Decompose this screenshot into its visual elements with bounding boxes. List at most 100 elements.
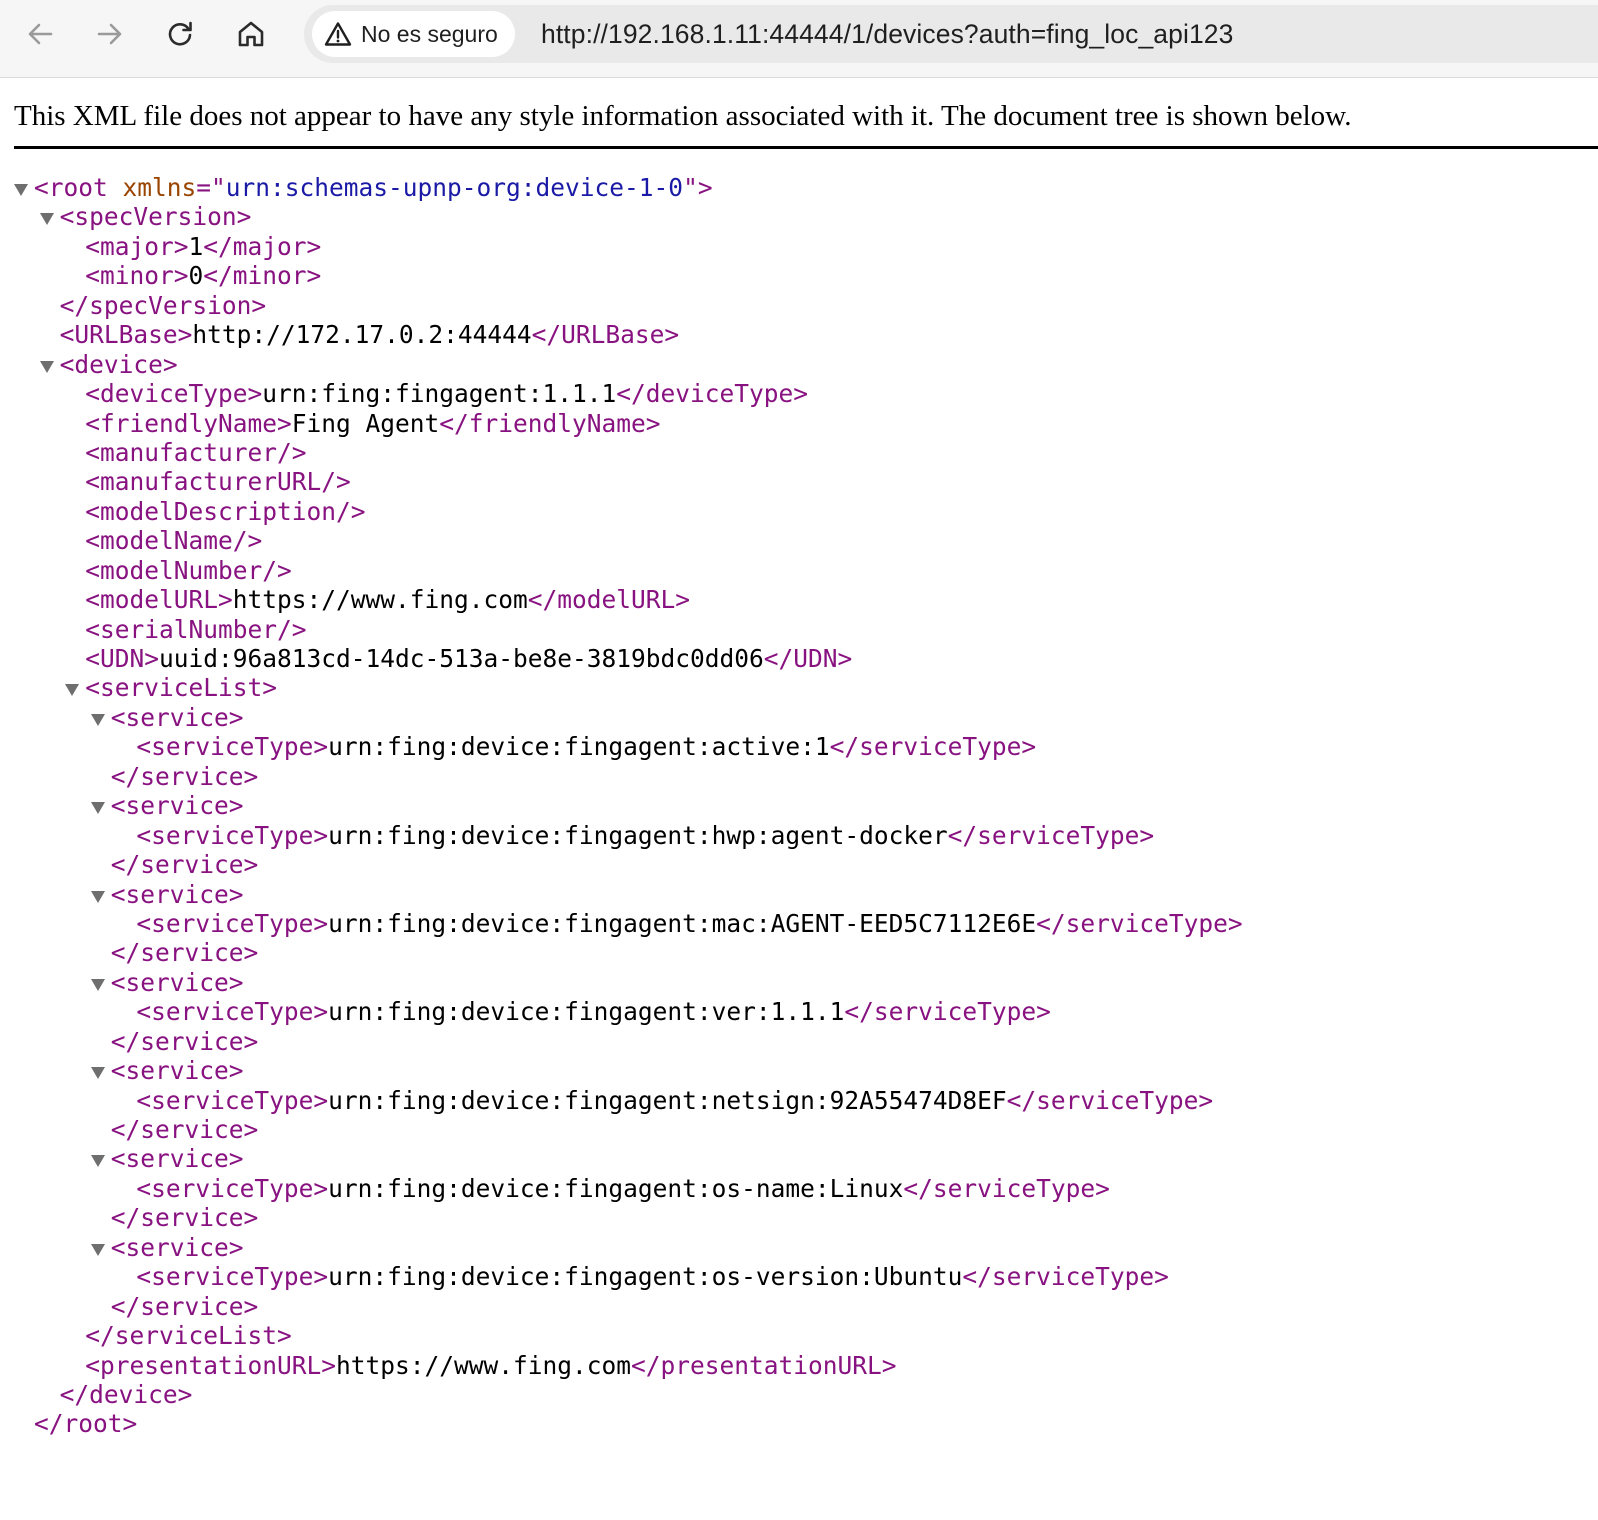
- xml-tag: </root>: [34, 1409, 138, 1439]
- xml-line-text: <serviceType>urn:fing:device:fingagent:v…: [136, 997, 1051, 1026]
- xml-tag: </serviceType>: [962, 1262, 1169, 1292]
- xml-tag: </service>: [110, 1115, 259, 1144]
- xml-text-value: uuid:96a813cd-14dc-513a-be8e-3819bdc0dd0…: [158, 644, 764, 673]
- xml-tag: <serviceType>: [136, 908, 329, 938]
- collapse-toggle-icon[interactable]: [90, 880, 105, 909]
- xml-line-text: <service>: [111, 968, 244, 997]
- xml-tag: <UDN>: [85, 644, 159, 673]
- xml-attribute-name: xmlns: [107, 173, 197, 202]
- xml-line: <major>1</major>: [0, 232, 1598, 261]
- xml-line: <serviceType>urn:fing:device:fingagent:v…: [0, 997, 1598, 1026]
- xml-line-text: </root>: [34, 1409, 137, 1438]
- xml-line-text: </device>: [60, 1380, 193, 1409]
- xml-line-text: </service>: [111, 850, 259, 879]
- xml-tag: </modelURL>: [527, 585, 690, 615]
- collapse-toggle-icon[interactable]: [65, 673, 80, 702]
- xml-tag: <serialNumber/>: [85, 614, 307, 644]
- xml-line: <serviceList>: [0, 673, 1598, 702]
- site-security-chip[interactable]: No es seguro: [312, 11, 515, 57]
- collapse-toggle-icon[interactable]: [14, 173, 28, 202]
- xml-line-text: <service>: [111, 880, 244, 909]
- xml-tag: </service>: [110, 938, 259, 968]
- back-button[interactable]: [20, 14, 60, 54]
- xml-text-value: http://172.17.0.2:44444: [192, 320, 532, 350]
- xml-tag: </serviceType>: [947, 820, 1155, 850]
- xml-line-text: </service>: [111, 1027, 259, 1056]
- xml-line: </service>: [0, 850, 1598, 879]
- xml-line-text: <modelNumber/>: [85, 556, 292, 585]
- collapse-toggle-icon[interactable]: [90, 1056, 105, 1085]
- collapse-toggle-icon[interactable]: [39, 350, 54, 379]
- xml-line-text: <serviceType>urn:fing:device:fingagent:m…: [136, 909, 1242, 938]
- xml-text-value: urn:fing:device:fingagent:os-version:Ubu…: [328, 1262, 963, 1292]
- xml-tag: <minor>: [85, 261, 189, 291]
- reload-button[interactable]: [160, 14, 200, 54]
- collapse-toggle-icon[interactable]: [90, 703, 105, 732]
- xml-tag: <serviceType>: [136, 820, 329, 850]
- xml-tag: <major>: [85, 231, 189, 261]
- xml-line-text: <serviceType>urn:fing:device:fingagent:n…: [136, 1086, 1213, 1115]
- xml-tag: <modelName/>: [85, 526, 263, 556]
- xml-line-text: <deviceType>urn:fing:fingagent:1.1.1</de…: [85, 379, 808, 408]
- url-text[interactable]: http://192.168.1.11:44444/1/devices?auth…: [541, 5, 1233, 63]
- xml-text-value: urn:fing:device:fingagent:mac:AGENT-EED5…: [328, 908, 1037, 938]
- xml-tag: </minor>: [203, 261, 322, 291]
- collapse-toggle-icon[interactable]: [90, 1233, 105, 1262]
- xml-line: </service>: [0, 1292, 1598, 1321]
- xml-tag: </service>: [110, 1203, 259, 1233]
- xml-tag: </specVersion>: [59, 290, 267, 320]
- xml-tag: <presentationURL>: [85, 1350, 336, 1380]
- xml-line: <modelDescription/>: [0, 497, 1598, 526]
- warning-triangle-icon: [324, 22, 352, 46]
- xml-line-text: <serialNumber/>: [85, 615, 306, 644]
- xml-tag: <service>: [110, 702, 244, 732]
- home-button[interactable]: [231, 14, 271, 54]
- xml-tag: <serviceList>: [85, 673, 277, 703]
- xml-line: <root xmlns="urn:schemas-upnp-org:device…: [0, 173, 1598, 202]
- collapse-toggle-icon[interactable]: [90, 1144, 105, 1173]
- xml-line: <service>: [0, 880, 1598, 909]
- xml-line: <manufacturer/>: [0, 438, 1598, 467]
- xml-tag: </service>: [110, 1291, 259, 1321]
- xml-line: <specVersion>: [0, 202, 1598, 231]
- xml-line: <deviceType>urn:fing:fingagent:1.1.1</de…: [0, 379, 1598, 408]
- xml-tag: </service>: [110, 1026, 259, 1056]
- xml-tag: <manufacturerURL/>: [85, 467, 351, 497]
- xml-line-text: <specVersion>: [60, 202, 252, 231]
- xml-line: <UDN>uuid:96a813cd-14dc-513a-be8e-3819bd…: [0, 644, 1598, 673]
- xml-line: <serviceType>urn:fing:device:fingagent:a…: [0, 732, 1598, 761]
- xml-text-value: urn:fing:device:fingagent:active:1: [328, 732, 830, 762]
- xml-tag: =": [196, 173, 226, 202]
- xml-tag: </serviceType>: [844, 997, 1051, 1027]
- xml-tag: <modelURL>: [85, 585, 233, 615]
- forward-button[interactable]: [90, 14, 130, 54]
- xml-line: <serviceType>urn:fing:device:fingagent:m…: [0, 909, 1598, 938]
- xml-text-value: 0: [188, 261, 204, 291]
- xml-tag: </major>: [203, 231, 322, 261]
- reload-icon: [168, 21, 192, 46]
- xml-tag: </serviceList>: [85, 1321, 292, 1351]
- collapse-toggle-icon[interactable]: [39, 202, 54, 231]
- xml-line: <manufacturerURL/>: [0, 467, 1598, 496]
- xml-tag: <serviceType>: [136, 997, 329, 1027]
- xml-text-value: https://www.fing.com: [335, 1350, 631, 1380]
- xml-line-text: <major>1</major>: [85, 232, 321, 261]
- xml-line-text: <serviceList>: [85, 673, 277, 702]
- xml-line-text: <manufacturer/>: [85, 438, 306, 467]
- collapse-toggle-icon[interactable]: [90, 968, 105, 997]
- xml-line: <minor>0</minor>: [0, 261, 1598, 290]
- xml-line-text: <service>: [111, 791, 244, 820]
- xml-line: <presentationURL>https://www.fing.com</p…: [0, 1351, 1598, 1380]
- xml-line-text: </service>: [111, 1203, 259, 1232]
- xml-tag: <service>: [110, 967, 244, 997]
- xml-tag: <service>: [110, 1144, 244, 1174]
- collapse-toggle-icon[interactable]: [90, 791, 105, 820]
- xml-tag: </service>: [110, 761, 259, 791]
- xml-line: </root>: [0, 1409, 1598, 1438]
- xml-line: </service>: [0, 762, 1598, 791]
- xml-line-text: <service>: [111, 1144, 244, 1173]
- xml-line-text: <service>: [111, 703, 244, 732]
- xml-line-text: <device>: [60, 350, 178, 379]
- xml-line: <service>: [0, 791, 1598, 820]
- address-bar[interactable]: No es seguro http://192.168.1.11:44444/1…: [304, 5, 1598, 63]
